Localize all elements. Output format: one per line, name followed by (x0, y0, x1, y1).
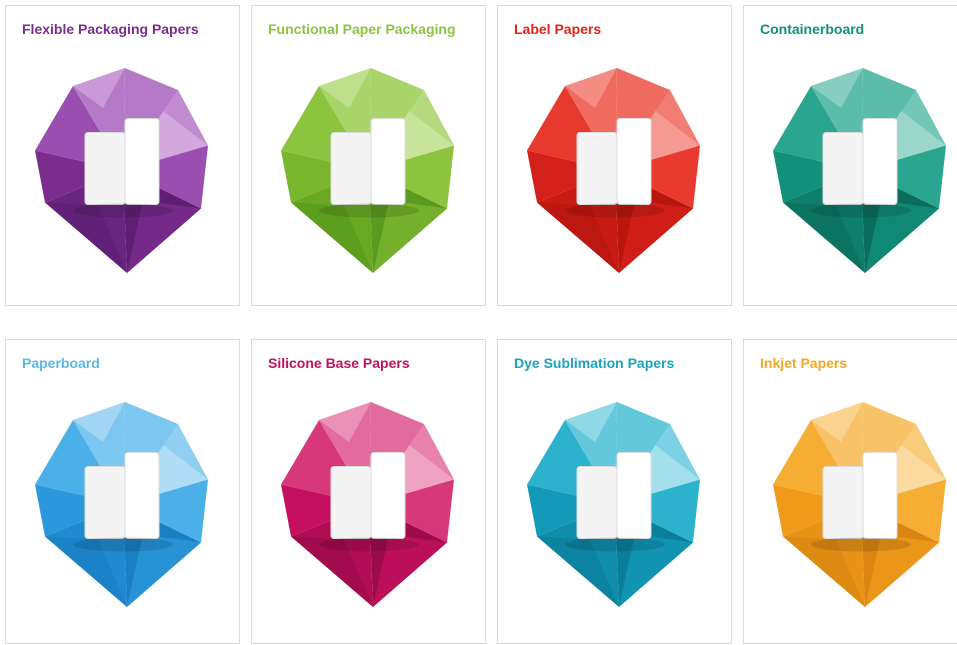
product-card-functional-paper-packaging[interactable]: Functional Paper Packaging (251, 5, 486, 306)
packaging-pouch-icon (35, 68, 208, 273)
product-card-paperboard[interactable]: Paperboard (5, 339, 240, 644)
product-card-inkjet-papers[interactable]: Inkjet Papers (743, 339, 957, 644)
label-roll-jar-icon (527, 68, 700, 273)
folding-carton-icon (35, 402, 208, 607)
cardboard-box-icon (773, 68, 946, 273)
product-card-flexible-packaging[interactable]: Flexible Packaging Papers (5, 5, 240, 306)
product-card-silicone-base-papers[interactable]: Silicone Base Papers (251, 339, 486, 644)
paper-bag-icon (281, 68, 454, 273)
dress-form-icon (527, 402, 700, 607)
product-card-dye-sublimation-papers[interactable]: Dye Sublimation Papers (497, 339, 732, 644)
printed-poster-icon (773, 402, 946, 607)
silicone-roll-icon (281, 402, 454, 607)
product-card-label-papers[interactable]: Label Papers (497, 5, 732, 306)
product-card-containerboard[interactable]: Containerboard (743, 5, 957, 306)
